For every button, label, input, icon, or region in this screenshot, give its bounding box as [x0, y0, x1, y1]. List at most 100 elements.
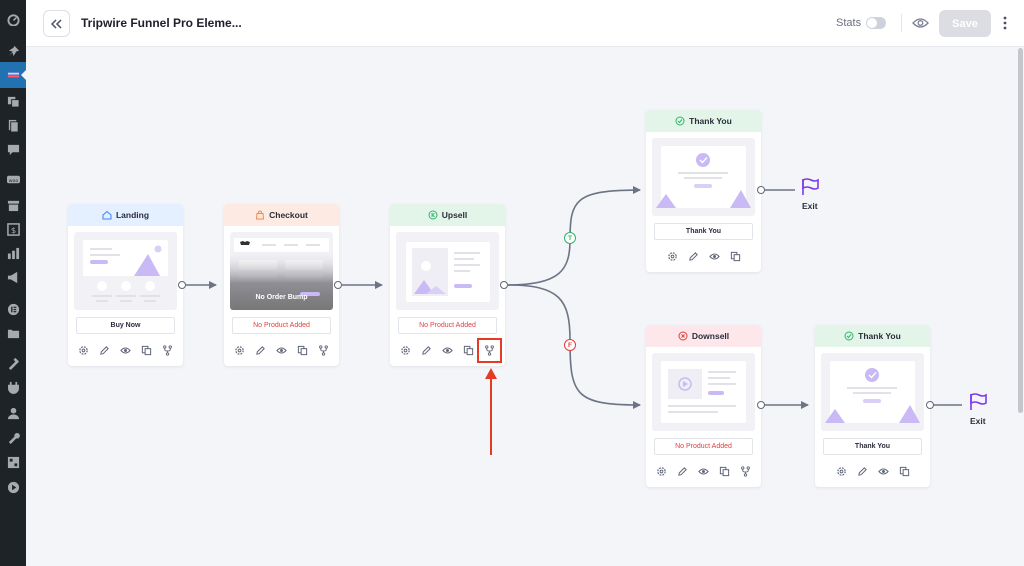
- step-action-button[interactable]: Thank You: [823, 438, 922, 455]
- true-branch-badge[interactable]: T: [564, 232, 576, 244]
- connection-handle[interactable]: [500, 281, 508, 289]
- thankyou-page-thumbnail[interactable]: [652, 138, 755, 216]
- step-card-thankyou-2[interactable]: Thank You Thank You: [815, 325, 930, 487]
- edit-pencil-icon[interactable]: [99, 344, 111, 356]
- step-action-button[interactable]: No Product Added: [398, 317, 497, 334]
- connection-handle[interactable]: [757, 186, 765, 194]
- svg-text:$: $: [10, 224, 15, 234]
- save-button[interactable]: Save: [939, 10, 991, 37]
- step-toolbar: [68, 344, 183, 356]
- comments-icon[interactable]: [6, 142, 20, 156]
- duplicate-icon[interactable]: [141, 344, 153, 356]
- duplicate-icon[interactable]: [729, 250, 741, 262]
- settings-gear-icon[interactable]: [78, 344, 90, 356]
- view-eye-icon[interactable]: [276, 344, 288, 356]
- templates-icon[interactable]: [6, 326, 20, 340]
- media-icon[interactable]: [6, 94, 20, 108]
- upsell-page-thumbnail[interactable]: [396, 232, 499, 310]
- duplicate-icon[interactable]: [297, 344, 309, 356]
- edit-pencil-icon[interactable]: [255, 344, 267, 356]
- step-title: Thank You: [689, 116, 732, 126]
- plugins-icon[interactable]: [6, 380, 20, 394]
- dashboard-icon[interactable]: [6, 12, 20, 26]
- stats-toggle[interactable]: [866, 17, 886, 29]
- view-eye-icon[interactable]: [877, 465, 889, 477]
- duplicate-icon[interactable]: [719, 465, 731, 477]
- connection-handle[interactable]: [757, 401, 765, 409]
- duplicate-icon[interactable]: [463, 344, 475, 356]
- funnel-menu-icon[interactable]: [6, 68, 20, 82]
- analytics-icon[interactable]: [6, 246, 20, 260]
- downsell-page-thumbnail[interactable]: [652, 353, 755, 431]
- step-action-button[interactable]: Thank You: [654, 223, 753, 240]
- step-toolbar: [815, 465, 930, 477]
- step-title: Upsell: [441, 210, 468, 220]
- svg-text:woo: woo: [8, 178, 18, 183]
- view-eye-icon[interactable]: [120, 344, 132, 356]
- check-circle-icon: [675, 116, 685, 126]
- step-card-checkout[interactable]: Checkout No Order Bump No Product Added: [224, 204, 339, 366]
- conditional-split-icon[interactable]: [740, 465, 752, 477]
- step-card-downsell[interactable]: Downsell No Product Added: [646, 325, 761, 487]
- thankyou-page-thumbnail[interactable]: [821, 353, 924, 431]
- downsell-circle-icon: [678, 331, 688, 341]
- connection-handle[interactable]: [178, 281, 186, 289]
- checkout-page-thumbnail[interactable]: No Order Bump: [230, 232, 333, 310]
- back-button[interactable]: [43, 10, 70, 37]
- woocommerce-icon[interactable]: woo: [6, 172, 20, 186]
- step-action-button[interactable]: No Product Added: [232, 317, 331, 334]
- more-options-button[interactable]: [1001, 15, 1009, 31]
- elementor-icon[interactable]: [6, 302, 20, 316]
- exit-flag-icon: [970, 393, 987, 410]
- landing-page-thumbnail[interactable]: [74, 232, 177, 310]
- step-card-thankyou[interactable]: Thank You Thank You: [646, 110, 761, 272]
- annotation-arrow-head: [485, 368, 497, 379]
- step-header: Thank You: [646, 110, 761, 132]
- exit-label: Exit: [802, 201, 818, 211]
- conditional-split-icon[interactable]: [162, 344, 174, 356]
- settings-gear-icon[interactable]: [656, 465, 668, 477]
- canvas-scrollbar[interactable]: [1018, 48, 1023, 413]
- settings-gear-icon[interactable]: [666, 250, 678, 262]
- header-divider: [901, 14, 902, 32]
- edit-pencil-icon[interactable]: [677, 465, 689, 477]
- settings-gear-icon[interactable]: [835, 465, 847, 477]
- step-header: Thank You: [815, 325, 930, 347]
- bag-icon: [256, 210, 265, 220]
- funnel-title: Tripwire Funnel Pro Eleme...: [81, 16, 242, 30]
- active-menu-arrow: [21, 69, 27, 81]
- tools-icon[interactable]: [6, 430, 20, 444]
- preview-button[interactable]: [911, 15, 929, 31]
- step-card-landing[interactable]: Landing Buy Now: [68, 204, 183, 366]
- products-icon[interactable]: [6, 198, 20, 212]
- appearance-icon[interactable]: [6, 356, 20, 370]
- pages-icon[interactable]: [6, 118, 20, 132]
- conditional-split-icon[interactable]: [318, 344, 330, 356]
- settings-gear-icon[interactable]: [400, 344, 412, 356]
- exit-flag-icon: [802, 178, 819, 195]
- step-action-button[interactable]: No Product Added: [654, 438, 753, 455]
- payments-icon[interactable]: $: [6, 222, 20, 236]
- step-title: Checkout: [269, 210, 308, 220]
- view-eye-icon[interactable]: [442, 344, 454, 356]
- settings-gear-icon[interactable]: [234, 344, 246, 356]
- view-eye-icon[interactable]: [698, 465, 710, 477]
- edit-pencil-icon[interactable]: [687, 250, 699, 262]
- users-icon[interactable]: [6, 406, 20, 420]
- step-header: Landing: [68, 204, 183, 226]
- edit-pencil-icon[interactable]: [856, 465, 868, 477]
- edit-pencil-icon[interactable]: [421, 344, 433, 356]
- highlighted-split-tool: [477, 338, 502, 363]
- settings-menu-icon[interactable]: [6, 455, 20, 469]
- connection-handle[interactable]: [926, 401, 934, 409]
- duplicate-icon[interactable]: [898, 465, 910, 477]
- collapse-menu-icon[interactable]: [6, 480, 20, 494]
- step-action-button[interactable]: Buy Now: [76, 317, 175, 334]
- marketing-icon[interactable]: [6, 270, 20, 284]
- false-branch-badge[interactable]: F: [564, 339, 576, 351]
- pin-icon[interactable]: [6, 44, 20, 58]
- connection-handle[interactable]: [334, 281, 342, 289]
- step-header: Checkout: [224, 204, 339, 226]
- check-circle-icon: [844, 331, 854, 341]
- view-eye-icon[interactable]: [708, 250, 720, 262]
